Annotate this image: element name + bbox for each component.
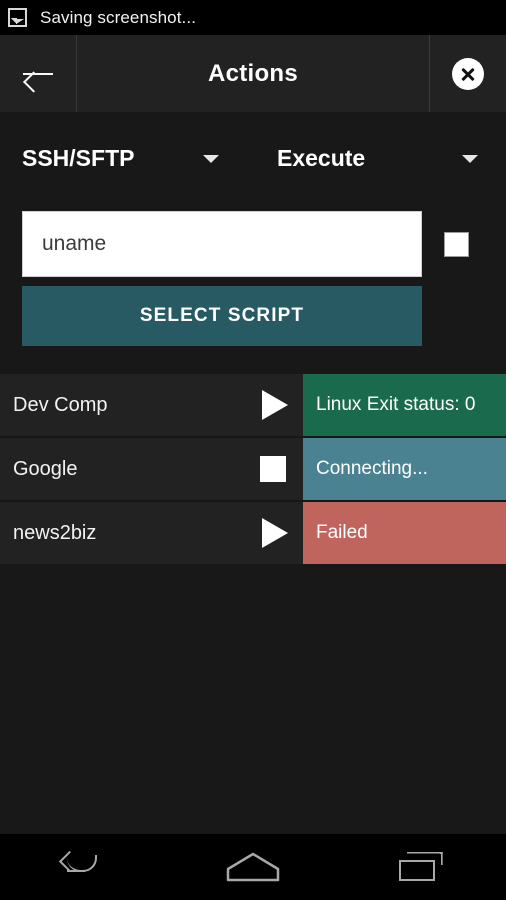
nav-recents-button[interactable] — [337, 834, 506, 900]
host-main-1[interactable]: Google — [0, 438, 303, 500]
spinner-row: SSH/SFTP Execute — [0, 112, 506, 205]
select-script-label: SELECT SCRIPT — [139, 305, 305, 326]
page-title: Actions — [207, 59, 299, 87]
host-name: Google — [13, 457, 78, 480]
nav-home-icon — [226, 852, 280, 882]
host-status-1: Connecting... — [303, 438, 506, 500]
command-input-value: uname — [42, 232, 107, 255]
action-spinner-value: Execute — [277, 145, 366, 171]
host-status-0: Linux Exit status: 0 — [303, 374, 506, 436]
nav-home-button[interactable] — [169, 834, 338, 900]
close-circle-icon — [452, 57, 484, 90]
host-status-2: Failed — [303, 502, 506, 564]
command-input[interactable]: uname — [22, 211, 422, 277]
list-item[interactable]: Google Connecting... — [0, 438, 506, 500]
run-checkbox[interactable] — [444, 231, 469, 257]
status-badge: Failed — [316, 522, 368, 543]
status-bar-text: Saving screenshot... — [40, 7, 197, 27]
chevron-down-icon — [203, 154, 219, 163]
host-list: Dev Comp Linux Exit status: 0 Google Con… — [0, 374, 506, 566]
arrow-left-icon — [23, 63, 53, 85]
chevron-down-icon — [462, 154, 478, 163]
action-bar: Actions — [0, 35, 506, 112]
action-spinner[interactable]: Execute — [253, 112, 506, 205]
title-area: Actions — [77, 35, 430, 112]
screenshot-image-icon — [8, 8, 27, 27]
nav-recents-icon — [398, 851, 445, 883]
back-button[interactable] — [0, 35, 77, 112]
status-badge: Connecting... — [316, 458, 428, 479]
close-button[interactable] — [430, 35, 506, 112]
list-item[interactable]: Dev Comp Linux Exit status: 0 — [0, 374, 506, 436]
protocol-spinner[interactable]: SSH/SFTP — [0, 112, 253, 205]
app-screen: Saving screenshot... Actions SSH/SFTP Ex… — [0, 0, 506, 900]
list-item[interactable]: news2biz Failed — [0, 502, 506, 564]
status-badge: Linux Exit status: 0 — [316, 394, 476, 415]
nav-back-icon — [61, 853, 107, 881]
stop-icon[interactable] — [260, 456, 286, 482]
nav-back-button[interactable] — [0, 834, 169, 900]
status-bar: Saving screenshot... — [0, 0, 506, 35]
command-row: uname — [0, 209, 506, 279]
select-script-button[interactable]: SELECT SCRIPT — [22, 286, 422, 346]
play-icon[interactable] — [262, 518, 288, 548]
protocol-spinner-value: SSH/SFTP — [22, 145, 135, 171]
host-name: news2biz — [13, 521, 97, 544]
host-main-2[interactable]: news2biz — [0, 502, 303, 564]
play-icon[interactable] — [262, 390, 288, 420]
android-navigation-bar — [0, 834, 506, 900]
host-main-0[interactable]: Dev Comp — [0, 374, 303, 436]
host-name: Dev Comp — [13, 393, 108, 416]
